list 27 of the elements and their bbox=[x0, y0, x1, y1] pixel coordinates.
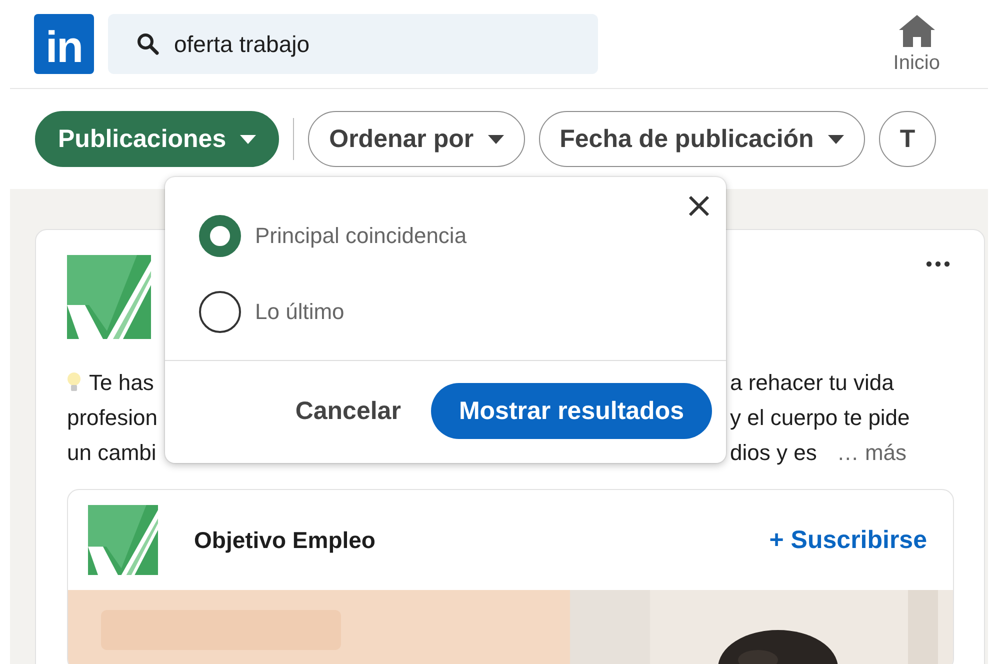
filter-chip[interactable]: T bbox=[878, 111, 936, 167]
search-icon bbox=[136, 32, 160, 56]
close-icon bbox=[688, 195, 710, 217]
cancel-button[interactable]: Cancelar bbox=[291, 383, 405, 439]
home-nav-item[interactable]: Inicio bbox=[887, 12, 946, 76]
post-text: dios y es bbox=[730, 439, 817, 467]
filter-chip[interactable]: Publicaciones bbox=[35, 111, 280, 167]
post-text: y el cuerpo te pide bbox=[730, 404, 910, 432]
post-text: Te has bbox=[89, 369, 154, 397]
show-results-button[interactable]: Mostrar resultados bbox=[430, 383, 712, 439]
linkedin-logo[interactable]: in bbox=[34, 14, 94, 74]
checkmark-logo bbox=[88, 505, 158, 575]
see-more-link[interactable]: … más bbox=[836, 435, 907, 470]
sort-option[interactable]: Principal coincidencia bbox=[199, 215, 726, 257]
post-text: a rehacer tu vida bbox=[730, 369, 894, 397]
filter-chip[interactable]: Ordenar por bbox=[308, 111, 525, 167]
more-options-icon[interactable] bbox=[926, 261, 950, 267]
sort-option[interactable]: Lo último bbox=[199, 291, 726, 333]
home-icon bbox=[898, 14, 936, 48]
radio-button[interactable] bbox=[199, 215, 241, 257]
post-text: un cambi bbox=[67, 439, 156, 467]
subscribe-button[interactable]: + Suscribirse bbox=[763, 524, 933, 556]
search-field[interactable]: oferta trabajo bbox=[108, 14, 598, 74]
page-name: Objetivo Empleo bbox=[194, 526, 376, 554]
filter-chip[interactable]: Fecha de publicación bbox=[538, 111, 865, 167]
post-text: profesion bbox=[67, 404, 158, 432]
radio-button[interactable] bbox=[199, 291, 241, 333]
